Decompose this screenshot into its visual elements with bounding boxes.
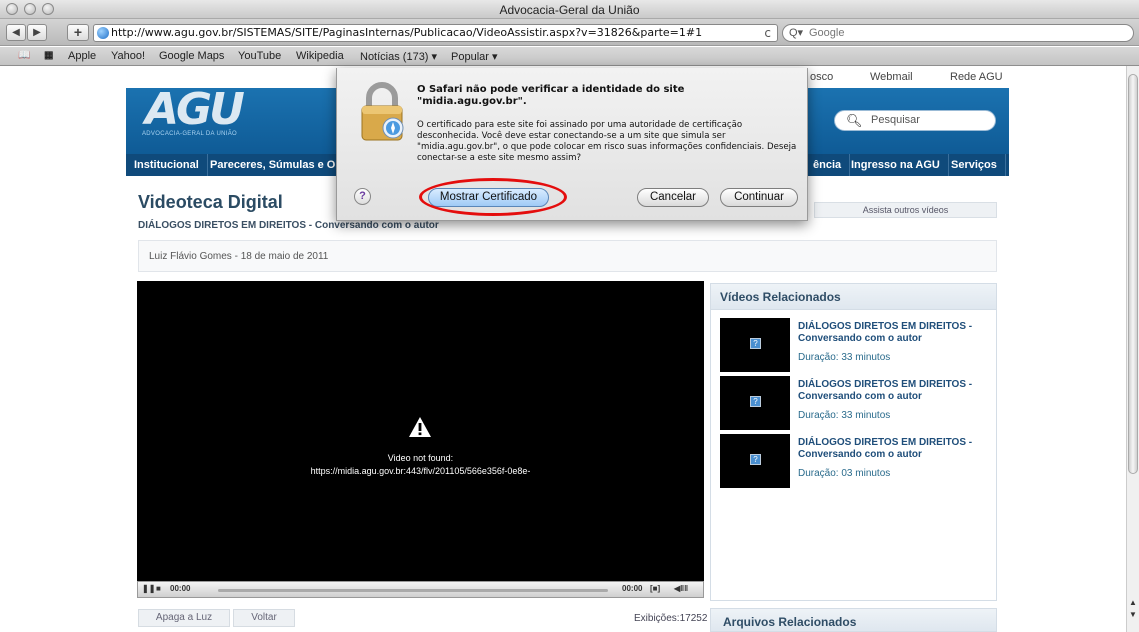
globe-icon: [97, 27, 109, 39]
volume-icon[interactable]: ◀‖‖: [674, 584, 688, 593]
logo-subtitle: ADVOCACIA-GERAL DA UNIÃO: [142, 131, 237, 137]
view-count: Exibições:17252: [634, 613, 708, 624]
forward-button[interactable]: ▶: [27, 24, 47, 41]
video-thumbnail[interactable]: ?: [720, 434, 790, 488]
page-scrollbar[interactable]: ▲ ▼: [1126, 66, 1139, 632]
page-title: Videoteca Digital: [138, 192, 283, 212]
video-player[interactable]: Video not found: https://midia.agu.gov.b…: [137, 281, 704, 581]
missing-image-icon: ?: [750, 338, 761, 349]
related-heading: Vídeos Relacionados: [711, 284, 996, 310]
related-item[interactable]: ? DIÁLOGOS DIRETOS EM DIREITOS - Convers…: [720, 434, 990, 488]
continue-button[interactable]: Continuar: [720, 188, 798, 207]
warning-icon: [409, 417, 431, 437]
apaga-luz-button[interactable]: Apaga a Luz: [138, 609, 230, 627]
search-placeholder: Google: [809, 27, 845, 39]
bookmark-noticias[interactable]: Notícias (173) ▾: [360, 50, 437, 63]
video-error-title: Video not found:: [387, 453, 454, 463]
video-error-message: Video not found: https://midia.agu.gov.b…: [137, 452, 704, 478]
address-bar[interactable]: http://www.agu.gov.br/SISTEMAS/SITE/Pagi…: [93, 24, 778, 42]
scroll-down-icon[interactable]: ▼: [1129, 610, 1137, 619]
missing-image-icon: ?: [750, 396, 761, 407]
bookmark-yahoo[interactable]: Yahoo!: [111, 50, 145, 62]
author-bar: Luiz Flávio Gomes - 18 de maio de 2011: [138, 240, 997, 272]
top-link-fale-conosco[interactable]: osco: [810, 71, 833, 83]
pause-icon[interactable]: ❚❚: [142, 584, 155, 593]
search-field[interactable]: Q▾ Google: [782, 24, 1134, 42]
add-bookmark-button[interactable]: +: [67, 24, 89, 41]
agu-logo[interactable]: AGU: [145, 84, 245, 135]
top-link-webmail[interactable]: Webmail: [870, 71, 913, 83]
bookmark-wikipedia[interactable]: Wikipedia: [296, 50, 344, 62]
fullscreen-icon[interactable]: [■]: [650, 584, 660, 593]
bookmark-popular[interactable]: Popular ▾: [451, 50, 498, 63]
site-search-input[interactable]: 🔍︎ Pesquisar: [834, 110, 996, 131]
browser-toolbar: ◀ ▶ + http://www.agu.gov.br/SISTEMAS/SIT…: [0, 19, 1139, 46]
nav-servicos[interactable]: Serviços: [943, 154, 1006, 176]
search-icon: Q▾: [789, 27, 804, 39]
player-controls: ❚❚ ■ 00:00 00:00 [■] ◀‖‖: [137, 581, 704, 598]
dialog-title: O Safari não pode verificar a identidade…: [417, 84, 685, 107]
related-title[interactable]: DIÁLOGOS DIRETOS EM DIREITOS - Conversan…: [798, 321, 988, 345]
stop-icon[interactable]: ■: [156, 584, 161, 593]
bookmark-google-maps[interactable]: Google Maps: [159, 50, 224, 62]
top-sites-icon[interactable]: ▦: [44, 50, 53, 61]
bookmarks-bar: 📖 ▦ Apple Yahoo! Google Maps YouTube Wik…: [0, 47, 1139, 66]
window-title: Advocacia-Geral da União: [499, 3, 640, 17]
nav-ingresso[interactable]: Ingresso na AGU: [843, 154, 949, 176]
bookmark-apple[interactable]: Apple: [68, 50, 96, 62]
nav-institucional[interactable]: Institucional: [126, 154, 208, 176]
time-current: 00:00: [170, 584, 191, 593]
related-videos-panel: Vídeos Relacionados ? DIÁLOGOS DIRETOS E…: [710, 283, 997, 601]
bookmark-youtube[interactable]: YouTube: [238, 50, 281, 62]
video-error-url: https://midia.agu.gov.br:443/flv/201105/…: [310, 466, 531, 476]
time-total: 00:00: [622, 584, 643, 593]
other-videos-link[interactable]: Assista outros vídeos: [814, 202, 997, 218]
video-subtitle: DIÁLOGOS DIRETOS EM DIREITOS - Conversan…: [138, 220, 439, 231]
related-duration: Duração: 33 minutos: [798, 410, 891, 421]
cancel-button[interactable]: Cancelar: [637, 188, 709, 207]
reload-icon[interactable]: c: [764, 25, 771, 41]
related-title[interactable]: DIÁLOGOS DIRETOS EM DIREITOS - Conversan…: [798, 437, 988, 461]
scroll-up-icon[interactable]: ▲: [1129, 598, 1137, 607]
window-titlebar: Advocacia-Geral da União: [0, 0, 1139, 19]
related-files-heading: Arquivos Relacionados: [710, 608, 997, 632]
red-highlight-circle: [419, 178, 567, 216]
author-date: Luiz Flávio Gomes - 18 de maio de 2011: [149, 251, 329, 262]
seek-bar[interactable]: [218, 589, 608, 592]
related-item[interactable]: ? DIÁLOGOS DIRETOS EM DIREITOS - Convers…: [720, 376, 990, 430]
help-button[interactable]: ?: [354, 188, 371, 205]
voltar-button[interactable]: Voltar: [233, 609, 295, 627]
missing-image-icon: ?: [750, 454, 761, 465]
search-icon: 🔍︎: [846, 113, 863, 128]
nav-pareceres[interactable]: Pareceres, Súmulas e Or: [202, 154, 349, 176]
lock-icon: [361, 82, 404, 141]
certificate-warning-dialog: O Safari não pode verificar a identidade…: [336, 68, 808, 221]
related-title[interactable]: DIÁLOGOS DIRETOS EM DIREITOS - Conversan…: [798, 379, 988, 403]
site-search-placeholder: Pesquisar: [871, 114, 920, 126]
scrollbar-thumb[interactable]: [1128, 74, 1138, 474]
dialog-message: O certificado para este site foi assinad…: [417, 120, 797, 163]
back-button[interactable]: ◀: [6, 24, 26, 41]
video-thumbnail[interactable]: ?: [720, 376, 790, 430]
video-thumbnail[interactable]: ?: [720, 318, 790, 372]
reading-list-icon[interactable]: 📖: [18, 50, 30, 61]
related-duration: Duração: 03 minutos: [798, 468, 891, 479]
related-item[interactable]: ? DIÁLOGOS DIRETOS EM DIREITOS - Convers…: [720, 318, 990, 372]
address-bar-url: http://www.agu.gov.br/SISTEMAS/SITE/Pagi…: [111, 26, 703, 39]
related-duration: Duração: 33 minutos: [798, 352, 891, 363]
top-link-rede-agu[interactable]: Rede AGU: [950, 71, 1003, 83]
